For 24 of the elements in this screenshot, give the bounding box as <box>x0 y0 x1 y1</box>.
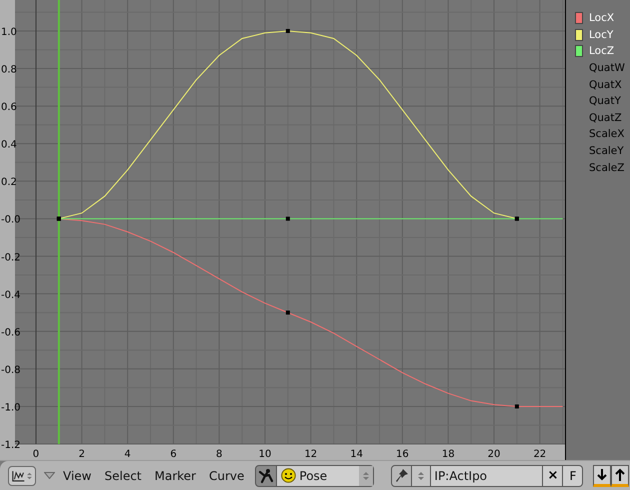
x-tick-label: 16 <box>396 449 409 460</box>
y-tick-label: 0.4 <box>1 140 17 151</box>
y-tick-label: 0.6 <box>1 102 17 114</box>
y-tick-label: 0.8 <box>1 64 17 76</box>
x-tick-label: 10 <box>258 449 272 460</box>
x-tick-label: 12 <box>304 449 318 460</box>
x-tick-label: 8 <box>216 449 222 460</box>
y-tick-label: -0.6 <box>1 327 21 338</box>
y-tick-label: -0.0 <box>1 214 21 226</box>
x-tick-label: 20 <box>488 449 500 460</box>
y-tick-label: -0.8 <box>1 364 21 376</box>
x-tick-label: 0 <box>32 449 40 460</box>
y-tick-label: -0.2 <box>1 252 21 264</box>
x-tick-label: 4 <box>124 449 131 460</box>
y-tick-label: 0.2 <box>1 177 17 188</box>
x-tick-label: 22 <box>533 449 546 460</box>
x-tick-label: 2 <box>78 449 85 460</box>
x-tick-label: 14 <box>350 449 363 460</box>
x-tick-label: 18 <box>442 449 455 460</box>
y-tick-label: -1.0 <box>1 402 21 414</box>
y-tick-label: 1.0 <box>1 26 17 38</box>
x-tick-label: 6 <box>170 449 177 460</box>
y-tick-label: -0.4 <box>1 290 21 301</box>
y-tick-label: -1.2 <box>1 440 21 451</box>
